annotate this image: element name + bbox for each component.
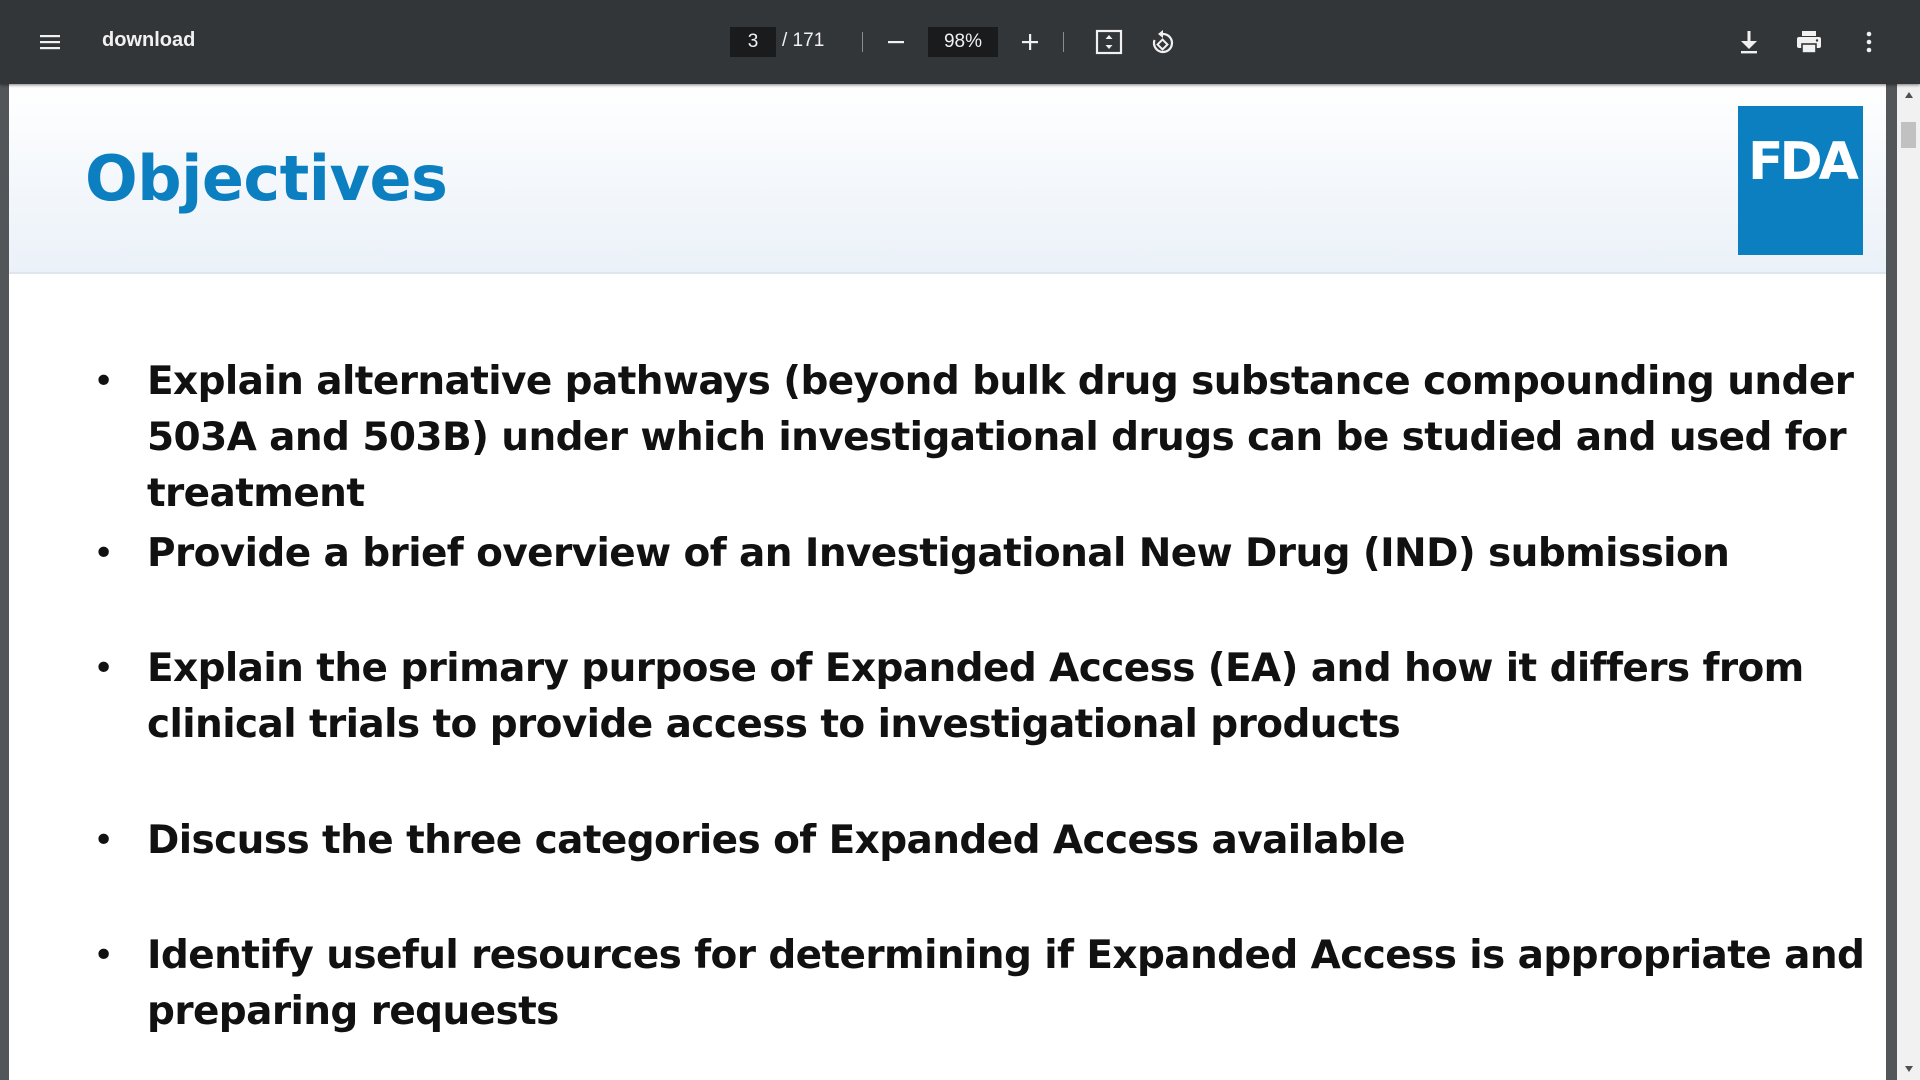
download-icon bbox=[1741, 31, 1757, 54]
fda-logo-text: FDA bbox=[1748, 132, 1859, 192]
toolbar-divider bbox=[862, 32, 863, 52]
scrollbar-thumb[interactable] bbox=[1901, 122, 1916, 148]
fda-logo: FDA bbox=[1738, 106, 1863, 255]
minus-icon bbox=[888, 41, 904, 44]
plus-icon bbox=[1022, 34, 1038, 50]
slide-title: Objectives bbox=[85, 142, 448, 215]
scroll-up-button[interactable] bbox=[1897, 84, 1920, 106]
pdf-viewer[interactable]: Objectives FDA • Explain alternative pat… bbox=[0, 84, 1920, 1080]
print-icon bbox=[1797, 31, 1821, 54]
bullet-icon: • bbox=[93, 648, 115, 689]
toolbar-divider bbox=[1063, 32, 1064, 52]
page-number-input[interactable] bbox=[730, 27, 776, 57]
bullet-icon: • bbox=[93, 820, 115, 861]
fit-to-page-button[interactable] bbox=[1089, 22, 1129, 62]
slide-header: Objectives FDA bbox=[9, 84, 1886, 274]
zoom-in-button[interactable] bbox=[1010, 22, 1050, 62]
rotate-button[interactable] bbox=[1143, 22, 1183, 62]
more-actions-button[interactable] bbox=[1849, 22, 1889, 62]
scroll-down-arrow-icon bbox=[1904, 1066, 1913, 1072]
bullet-text: Provide a brief overview of an Investiga… bbox=[147, 531, 1730, 576]
scroll-down-button[interactable] bbox=[1897, 1058, 1920, 1080]
download-button[interactable] bbox=[1729, 22, 1769, 62]
bullet-text: Explain the primary purpose of Expanded … bbox=[147, 646, 1804, 747]
scroll-up-arrow-icon bbox=[1904, 92, 1913, 98]
bullet-text: Discuss the three categories of Expanded… bbox=[147, 818, 1406, 863]
vertical-scrollbar[interactable] bbox=[1897, 84, 1920, 1080]
rotate-counterclockwise-icon bbox=[1152, 30, 1174, 54]
bullet-icon: • bbox=[93, 361, 115, 402]
bullet-icon: • bbox=[93, 533, 115, 574]
document-title: download bbox=[102, 29, 196, 51]
print-button[interactable] bbox=[1789, 22, 1829, 62]
pdf-page: Objectives FDA • Explain alternative pat… bbox=[9, 84, 1886, 1080]
page-gutter bbox=[1886, 84, 1897, 1080]
bullet-icon: • bbox=[93, 935, 115, 976]
bullet-text: Explain alternative pathways (beyond bul… bbox=[147, 359, 1854, 516]
zoom-out-button[interactable] bbox=[876, 22, 916, 62]
pdf-toolbar: download / 171 bbox=[0, 0, 1920, 84]
bullet-text: Identify useful resources for determinin… bbox=[147, 933, 1865, 1034]
menu-button[interactable] bbox=[30, 22, 70, 62]
hamburger-menu-icon bbox=[40, 35, 60, 50]
fit-to-page-icon bbox=[1095, 29, 1123, 55]
more-vertical-icon bbox=[1866, 31, 1872, 53]
zoom-level-input[interactable] bbox=[928, 27, 998, 57]
page-total: / 171 bbox=[782, 30, 825, 51]
